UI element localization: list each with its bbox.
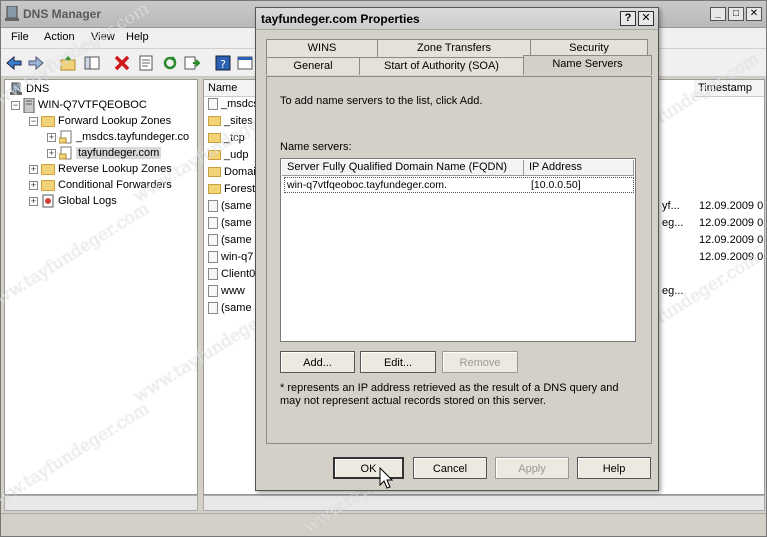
tab-general[interactable]: General	[266, 57, 360, 75]
column-fqdn-header[interactable]: Server Fully Qualified Domain Name (FQDN…	[282, 160, 524, 176]
tab-soa[interactable]: Start of Authority (SOA)	[359, 57, 524, 75]
tab-zone-transfers[interactable]: Zone Transfers	[377, 39, 531, 57]
column-ip-header[interactable]: IP Address	[524, 160, 634, 176]
watermark-text: www.tayfundeger.com	[0, 198, 153, 317]
dialog-help-button[interactable]: ?	[620, 11, 636, 26]
name-servers-list[interactable]: Server Fully Qualified Domain Name (FQDN…	[280, 158, 636, 342]
name-servers-label: Name servers:	[280, 141, 352, 153]
instruction-text: To add name servers to the list, click A…	[280, 95, 483, 107]
apply-button[interactable]: Apply	[495, 457, 569, 479]
row-fqdn: win-q7vtfqeoboc.tayfundeger.com.	[287, 179, 447, 191]
remove-button[interactable]: Remove	[442, 351, 518, 373]
add-button[interactable]: Add...	[280, 351, 355, 373]
edit-button[interactable]: Edit...	[360, 351, 436, 373]
watermark-text: www.tayfundeger.com	[0, 398, 153, 517]
tab-wins[interactable]: WINS	[266, 39, 378, 57]
zone-properties-dialog: tayfundeger.com Properties ? ✕ WINS Zone…	[255, 7, 659, 491]
dialog-title: tayfundeger.com Properties	[261, 12, 420, 26]
watermark-text: www.tayfundeger.com	[0, 0, 153, 117]
help-button[interactable]: Help	[577, 457, 651, 479]
dialog-title-bar[interactable]: tayfundeger.com Properties ? ✕	[256, 8, 658, 30]
dialog-close-button[interactable]: ✕	[638, 11, 654, 26]
mouse-cursor-icon	[379, 467, 394, 489]
row-ip: [10.0.0.50]	[531, 179, 581, 191]
footnote-text: * represents an IP address retrieved as …	[280, 382, 619, 407]
tab-name-servers[interactable]: Name Servers	[523, 55, 652, 75]
cancel-button[interactable]: Cancel	[413, 457, 487, 479]
